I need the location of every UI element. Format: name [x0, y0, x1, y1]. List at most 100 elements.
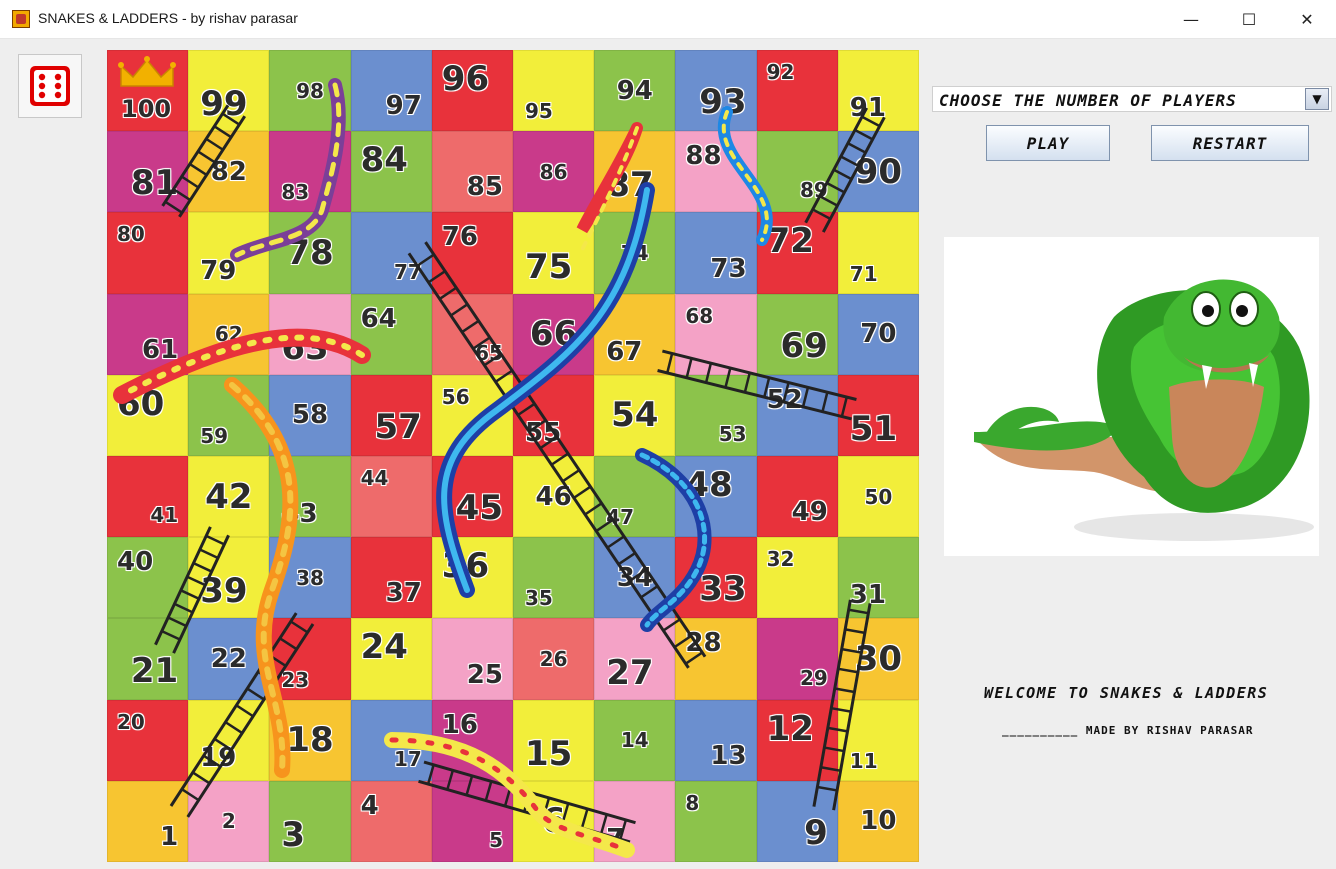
board-cell: 33 [675, 537, 757, 619]
cell-number: 8 [685, 790, 700, 815]
board-cell: 77 [350, 212, 432, 294]
board-cell: 39 [188, 537, 270, 619]
cell-number: 87 [606, 165, 654, 206]
dice-button[interactable] [18, 54, 82, 118]
restart-button[interactable]: RESTART [1151, 125, 1309, 161]
board-cell: 61 [107, 293, 189, 375]
board-cell: 62 [188, 293, 270, 375]
cell-number: 30 [854, 638, 903, 679]
board-cell: 51 [837, 374, 919, 456]
board-cell: 2 [188, 780, 270, 862]
board-cell: 86 [512, 131, 595, 213]
app-icon [12, 10, 30, 28]
cell-number: 55 [524, 417, 562, 448]
minimize-button[interactable]: — [1162, 0, 1220, 38]
cell-number: 93 [699, 82, 747, 123]
board-cell: 29 [756, 618, 838, 700]
cell-number: 4 [360, 790, 379, 821]
cell-number: 71 [849, 261, 878, 286]
cell-number: 70 [860, 319, 897, 350]
cell-number: 16 [441, 709, 478, 740]
play-button[interactable]: PLAY [986, 125, 1110, 161]
board-cell: 14 [594, 699, 676, 781]
board-cell: 11 [837, 699, 919, 781]
cell-number: 77 [393, 259, 422, 284]
board-cell: 59 [188, 374, 270, 456]
cartoon-snake-image [944, 237, 1319, 556]
board-cell: 73 [675, 212, 757, 294]
cell-number: 90 [854, 151, 903, 192]
cell-number: 50 [864, 484, 893, 509]
board-cell: 34 [594, 537, 676, 619]
board-cell: 56 [431, 374, 513, 456]
cell-number: 95 [524, 99, 553, 124]
board-cell: 16 [431, 699, 513, 781]
maximize-button[interactable]: ☐ [1220, 0, 1278, 38]
cell-number: 20 [117, 709, 145, 734]
board-cell: 18 [269, 699, 351, 781]
cell-number: 6 [541, 801, 566, 842]
cell-number: 75 [524, 246, 573, 287]
board-cell: 49 [756, 455, 838, 538]
board-cell: 66 [512, 293, 595, 375]
cell-number: 54 [611, 395, 659, 436]
cell-number: 39 [200, 571, 248, 612]
board-cell: 22 [188, 618, 270, 700]
cell-number: 41 [150, 503, 179, 528]
board-cell: 54 [594, 374, 676, 456]
cell-number: 47 [606, 505, 635, 530]
board-cell: 84 [350, 131, 432, 213]
board-cell: 43 [269, 455, 351, 538]
board-cell: 70 [837, 293, 919, 375]
cell-number: 45 [455, 488, 503, 529]
cell-number: 29 [799, 665, 828, 690]
board-cell: 19 [188, 699, 270, 781]
cell-number: 59 [200, 423, 229, 448]
cell-number: 33 [699, 569, 747, 610]
cell-number: 11 [849, 748, 878, 773]
board-cell: 4 [350, 780, 432, 862]
board-cell: 81 [107, 131, 189, 213]
chevron-down-icon[interactable]: ▼ [1305, 88, 1329, 110]
cell-number: 36 [441, 546, 490, 587]
board-cell: 46 [512, 455, 595, 538]
cell-number: 79 [200, 255, 237, 286]
cell-number: 98 [296, 78, 324, 103]
board-cell: 98 [269, 50, 351, 132]
board-cell: 10 [837, 780, 919, 862]
board-cell: 93 [675, 50, 757, 132]
players-dropdown[interactable]: CHOOSE THE NUMBER OF PLAYERS ▼ [932, 86, 1332, 112]
cell-number: 15 [524, 733, 573, 774]
board-cell: 74 [594, 212, 676, 294]
board-cell: 3 [269, 780, 351, 862]
board-cell: 38 [269, 537, 351, 619]
cell-number: 21 [130, 650, 179, 691]
cell-number: 28 [685, 628, 722, 659]
cell-number: 60 [117, 383, 165, 424]
cell-number: 58 [291, 400, 329, 431]
board-cell: 42 [188, 455, 270, 538]
cell-number: 84 [360, 140, 408, 181]
dice-six-icon [30, 66, 70, 106]
cell-number: 43 [281, 499, 318, 530]
cell-number: 18 [286, 720, 334, 761]
board-cell: 35 [512, 537, 595, 619]
board-cell: 41 [107, 455, 189, 538]
cell-number: 14 [620, 728, 649, 753]
board-cell: 27 [594, 618, 676, 700]
cell-number: 46 [535, 481, 572, 512]
board-cell: 88 [675, 131, 757, 213]
cell-number: 57 [374, 406, 422, 447]
close-button[interactable]: ✕ [1278, 0, 1336, 38]
cell-number: 35 [524, 586, 553, 611]
welcome-text: WELCOME TO SNAKES & LADDERS [984, 684, 1269, 702]
cell-number: 64 [360, 303, 397, 334]
board-cell: 79 [188, 212, 270, 294]
board-cell: 60 [107, 374, 189, 456]
cell-number: 62 [214, 322, 243, 347]
cell-number: 81 [130, 163, 179, 204]
cell-number: 76 [441, 222, 478, 253]
cell-number: 27 [606, 652, 654, 693]
board-cell: 9 [756, 780, 838, 862]
cell-number: 1 [160, 821, 179, 852]
